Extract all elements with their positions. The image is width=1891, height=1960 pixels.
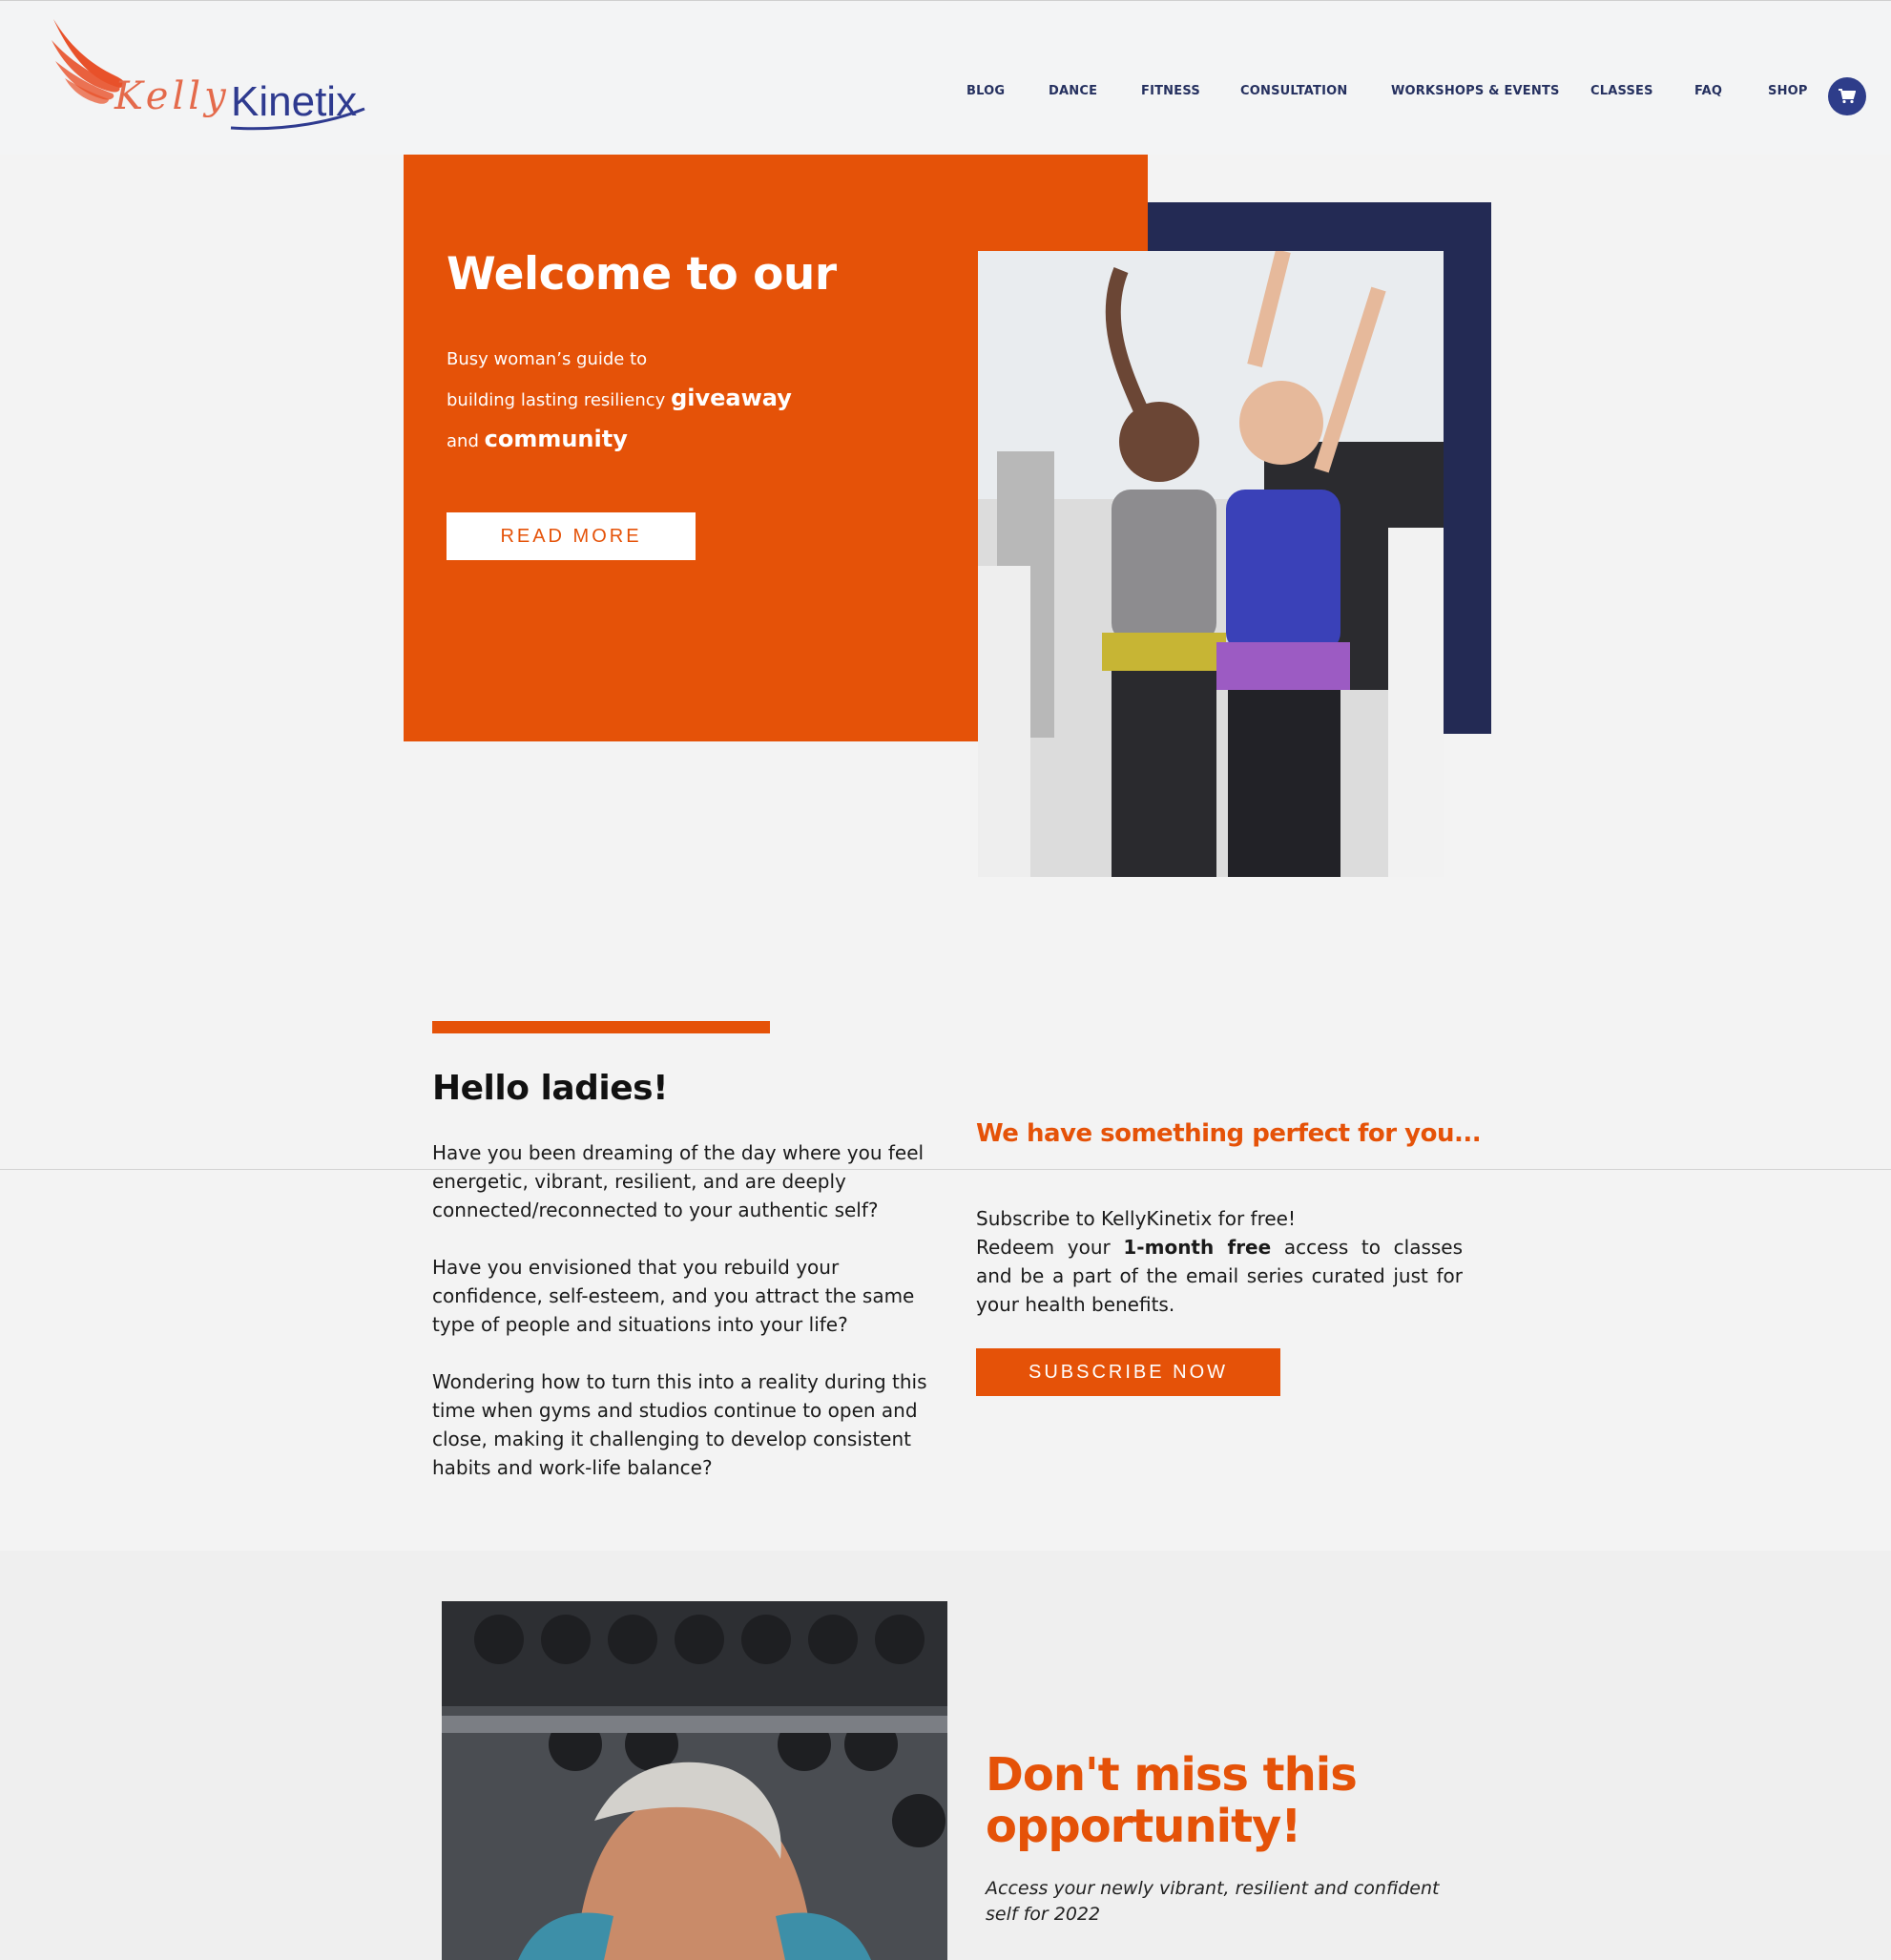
promo-photo-woman: [442, 1601, 947, 1960]
nav-faq[interactable]: FAQ: [1694, 84, 1722, 98]
nav-workshops-events[interactable]: WORKSHOPS & EVENTS: [1391, 84, 1560, 98]
dancers-image: [978, 251, 1444, 877]
shopping-cart-icon: [1839, 89, 1856, 104]
offer-text: Subscribe to KellyKinetix for free! Rede…: [976, 1204, 1463, 1319]
hello-paragraph: Wondering how to turn this into a realit…: [432, 1370, 927, 1479]
nav-shop[interactable]: SHOP: [1768, 84, 1808, 98]
nav-fitness[interactable]: FITNESS: [1141, 84, 1200, 98]
hero-line-1: Busy woman’s guide to: [447, 349, 648, 369]
hero-line-2: building lasting resiliency: [447, 390, 666, 410]
subscribe-now-button[interactable]: SUBSCRIBE NOW: [976, 1348, 1280, 1396]
promo-subtitle: Access your newly vibrant, resilient and…: [986, 1878, 1440, 1925]
hero-line-2-bold: giveaway: [671, 385, 792, 411]
offer-line-2a: Redeem your: [976, 1236, 1111, 1259]
offer-line-2-bold: 1-month free: [1123, 1236, 1272, 1259]
hero-line-3-bold: community: [484, 426, 628, 452]
section-accent-bar: [432, 1021, 770, 1033]
hero-subtitle: Busy woman’s guide to building lasting r…: [447, 340, 828, 461]
hero-photo-dancers: [978, 251, 1444, 877]
hero-line-3: and: [447, 431, 479, 451]
logo-text-kelly: Kelly: [114, 74, 230, 118]
offer-line-1: Subscribe to KellyKinetix for free!: [976, 1207, 1296, 1230]
nav-blog[interactable]: BLOG: [966, 84, 1005, 98]
divider: [0, 1169, 1891, 1170]
hello-paragraph: Have you envisioned that you rebuild you…: [432, 1256, 915, 1336]
read-more-button[interactable]: READ MORE: [447, 512, 696, 560]
hello-body: Have you been dreaming of the day where …: [432, 1138, 928, 1511]
offer-title: We have something perfect for you...: [976, 1119, 1482, 1148]
nav-classes[interactable]: CLASSES: [1590, 84, 1653, 98]
promo-title: Don't miss this opportunity!: [986, 1748, 1358, 1853]
nav-consultation[interactable]: CONSULTATION: [1240, 84, 1347, 98]
logo-text-kinetix: Kinetix: [231, 78, 358, 125]
woman-fitness-image: [442, 1601, 947, 1960]
hero-title: Welcome to our: [447, 248, 837, 301]
nav-dance[interactable]: DANCE: [1049, 84, 1097, 98]
hello-paragraph: Have you been dreaming of the day where …: [432, 1141, 925, 1221]
hello-title: Hello ladies!: [432, 1069, 669, 1108]
cart-button[interactable]: [1828, 77, 1866, 115]
